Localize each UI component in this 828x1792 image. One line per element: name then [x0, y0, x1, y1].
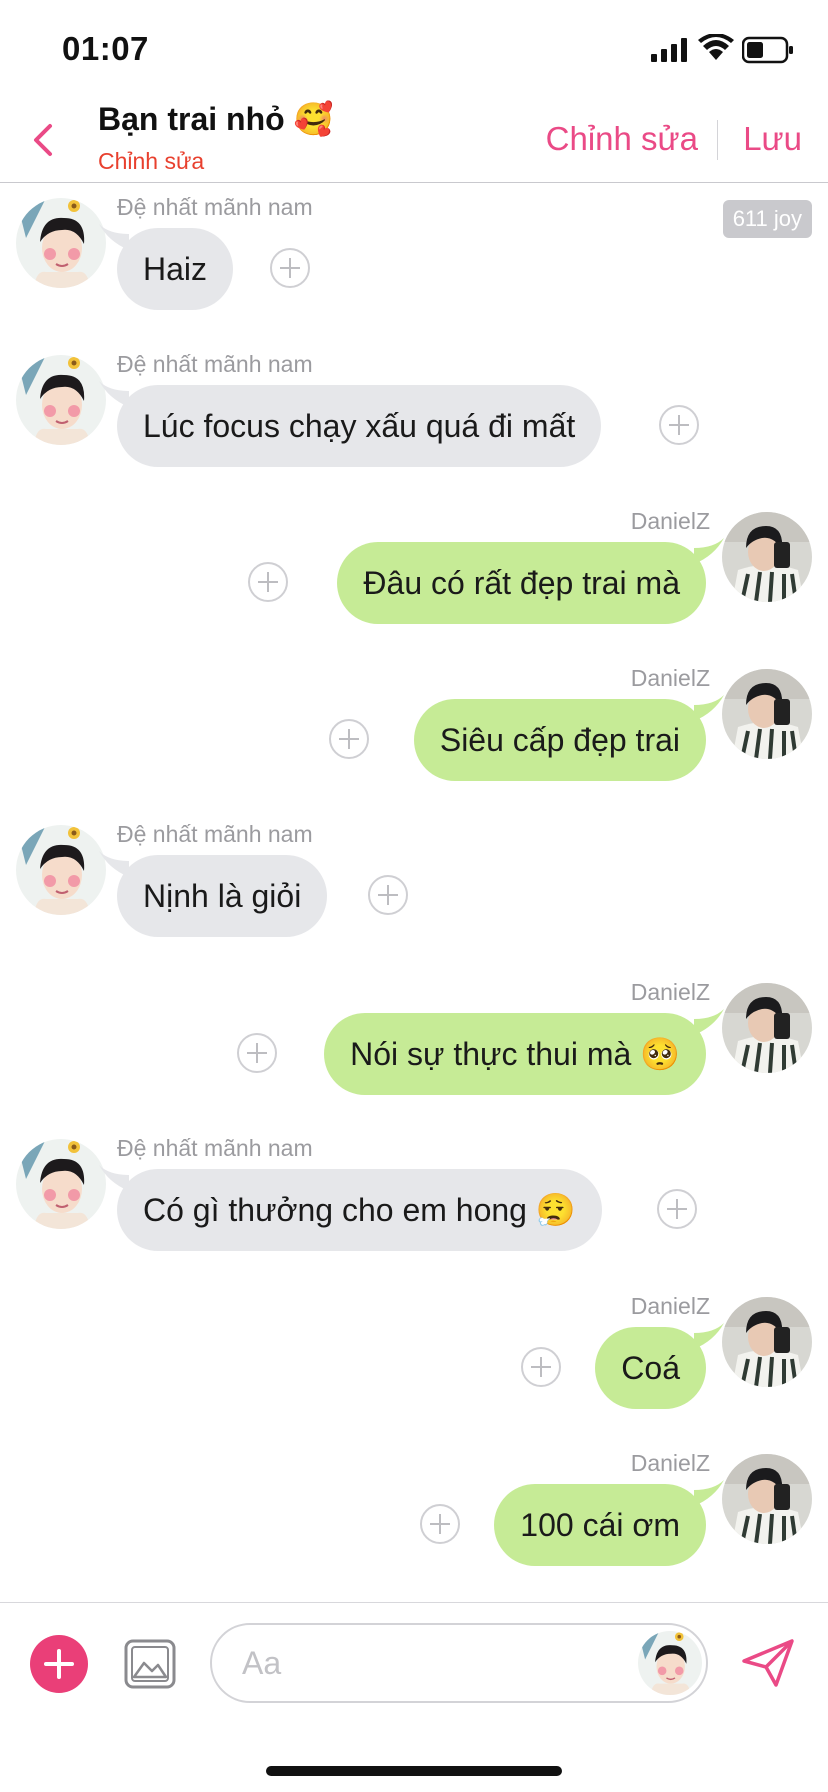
sender-name: DanielZ [630, 979, 710, 1005]
sender-name: Đệ nhất mãnh nam [117, 821, 313, 847]
avatar[interactable] [722, 983, 812, 1073]
sender-name: Đệ nhất mãnh nam [117, 1135, 313, 1161]
avatar[interactable] [16, 825, 106, 915]
message-row: Đệ nhất mãnh nam Lúc focus chạy xấu quá … [0, 347, 828, 497]
avatar[interactable] [16, 1139, 106, 1229]
message-row: DanielZ Coá [0, 1289, 828, 1439]
message-row: DanielZ Siêu cấp đẹp trai [0, 661, 828, 811]
edit-button[interactable]: Chỉnh sửa [546, 120, 698, 158]
message-row: DanielZ 100 cái ơm [0, 1446, 828, 1596]
message-bubble[interactable]: Nịnh là giỏi [117, 855, 328, 937]
message-bubble[interactable]: Lúc focus chạy xấu quá đi mất [117, 385, 602, 467]
message-bubble-wrap: Siêu cấp đẹp trai [413, 695, 724, 781]
wifi-icon [698, 34, 734, 60]
cellular-signal-icon [651, 38, 687, 62]
message-bubble[interactable]: Có gì thưởng cho em hong 😮‍💨 [117, 1169, 602, 1251]
avatar[interactable] [722, 1454, 812, 1544]
avatar[interactable] [16, 198, 106, 288]
status-bar: 01:07 [0, 0, 828, 96]
message-bubble[interactable]: Đâu có rất đẹp trai mà [337, 542, 706, 624]
message-input[interactable]: Aa [210, 1623, 708, 1703]
sender-name: DanielZ [630, 508, 710, 534]
chevron-left-icon[interactable] [28, 120, 60, 160]
message-bubble-wrap: 100 cái ơm [494, 1480, 724, 1566]
persona-avatar[interactable] [638, 1631, 702, 1695]
avatar[interactable] [16, 355, 106, 445]
battery-icon [742, 36, 793, 64]
message-bubble[interactable]: Nói sự thực thui mà 🥺 [324, 1013, 706, 1095]
add-reaction-button[interactable] [329, 719, 369, 759]
message-bubble-wrap: Coá [595, 1323, 724, 1409]
add-reaction-button[interactable] [420, 1504, 460, 1544]
avatar[interactable] [722, 1297, 812, 1387]
add-reaction-button[interactable] [657, 1189, 697, 1229]
sender-name: DanielZ [630, 1450, 710, 1476]
sender-name: DanielZ [630, 1293, 710, 1319]
home-indicator [266, 1766, 562, 1776]
add-reaction-button[interactable] [248, 562, 288, 602]
sender-name: Đệ nhất mãnh nam [117, 351, 313, 377]
message-row: DanielZ Đâu có rất đẹp trai mà [0, 504, 828, 654]
save-button[interactable]: Lưu [743, 120, 802, 158]
message-bubble[interactable]: Haiz [117, 228, 234, 310]
chat-header: Bạn trai nhỏ 🥰 Chỉnh sửa Chỉnh sửa Lưu [0, 96, 828, 183]
sender-name: DanielZ [630, 665, 710, 691]
add-button[interactable] [30, 1635, 88, 1693]
message-bubble-wrap: Nịnh là giỏi [99, 851, 328, 937]
add-reaction-button[interactable] [368, 875, 408, 915]
message-row: Đệ nhất mãnh nam Có gì thưởng cho em hon… [0, 1131, 828, 1281]
composer-bar: Aa [0, 1602, 828, 1723]
send-icon[interactable] [740, 1637, 796, 1689]
avatar[interactable] [722, 669, 812, 759]
status-time: 01:07 [62, 30, 149, 67]
sender-name: Đệ nhất mãnh nam [117, 194, 313, 220]
message-input-placeholder: Aa [242, 1645, 282, 1681]
message-bubble[interactable]: Siêu cấp đẹp trai [413, 699, 706, 781]
avatar[interactable] [722, 512, 812, 602]
message-row: Đệ nhất mãnh nam Haiz [0, 190, 828, 340]
chat-subtitle[interactable]: Chỉnh sửa [98, 148, 204, 175]
add-reaction-button[interactable] [521, 1347, 561, 1387]
message-bubble-wrap: Đâu có rất đẹp trai mà [337, 538, 724, 624]
message-row: Đệ nhất mãnh nam Nịnh là giỏi [0, 817, 828, 967]
message-bubble-wrap: Có gì thưởng cho em hong 😮‍💨 [99, 1165, 602, 1251]
message-row: DanielZ Nói sự thực thui mà 🥺 [0, 975, 828, 1125]
message-bubble[interactable]: 100 cái ơm [494, 1484, 706, 1566]
chat-title: Bạn trai nhỏ 🥰 [98, 101, 334, 137]
message-bubble-wrap: Haiz [99, 224, 234, 310]
add-reaction-button[interactable] [659, 405, 699, 445]
image-icon[interactable] [124, 1639, 176, 1689]
message-bubble-wrap: Nói sự thực thui mà 🥺 [324, 1009, 724, 1095]
header-divider [717, 120, 718, 160]
message-bubble-wrap: Lúc focus chạy xấu quá đi mất [99, 381, 602, 467]
add-reaction-button[interactable] [237, 1033, 277, 1073]
add-reaction-button[interactable] [270, 248, 310, 288]
message-bubble[interactable]: Coá [595, 1327, 706, 1409]
